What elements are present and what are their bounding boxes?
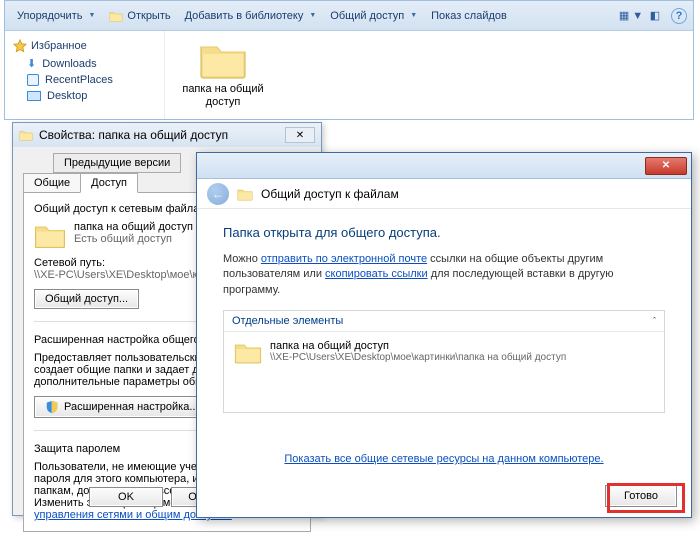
tab-general[interactable]: Общие <box>23 173 81 193</box>
wizard-header: ← Общий доступ к файлам <box>197 179 691 209</box>
nav-pane: Избранное ⬇ Downloads RecentPlaces Deskt… <box>5 31 165 119</box>
show-all-shares-link[interactable]: Показать все общие сетевые ресурсы на да… <box>284 453 603 465</box>
downloads-icon: ⬇ <box>27 57 36 70</box>
ok-button[interactable]: OK <box>89 487 163 507</box>
advanced-settings-button[interactable]: Расширенная настройка... <box>34 396 210 418</box>
shared-item-name: папка на общий доступ <box>270 340 566 352</box>
shared-item-row[interactable]: папка на общий доступ \\XE-PC\Users\XE\D… <box>234 340 654 364</box>
wizard-title-text: Общий доступ к файлам <box>261 187 399 201</box>
collapse-icon: ˆ <box>653 316 656 326</box>
recent-icon <box>27 74 39 86</box>
email-link[interactable]: отправить по электронной почте <box>261 253 427 265</box>
toolbar-share[interactable]: Общий доступ▼ <box>324 7 423 25</box>
star-icon <box>13 39 27 53</box>
folder-icon <box>234 340 262 364</box>
wizard-text: Можно отправить по электронной почте ссы… <box>223 252 665 298</box>
fav-downloads[interactable]: ⬇ Downloads <box>9 55 160 72</box>
properties-title-text: Свойства: папка на общий доступ <box>39 128 228 142</box>
shared-item-path: \\XE-PC\Users\XE\Desktop\мое\картинки\па… <box>270 352 566 363</box>
items-group: Отдельные элементы ˆ папка на общий дост… <box>223 310 665 413</box>
items-group-header[interactable]: Отдельные элементы ˆ <box>224 311 664 332</box>
folder-icon <box>19 129 33 141</box>
share-button[interactable]: Общий доступ... <box>34 289 139 309</box>
wizard-heading: Папка открыта для общего доступа. <box>223 225 665 240</box>
properties-titlebar: Свойства: папка на общий доступ ✕ <box>13 123 321 147</box>
back-button[interactable]: ← <box>207 183 229 205</box>
explorer-window: Упорядочить▼ Открыть Добавить в библиоте… <box>4 0 694 120</box>
folder-icon <box>34 221 66 249</box>
toolbar-add-library[interactable]: Добавить в библиотеку▼ <box>179 7 323 25</box>
folder-icon <box>199 39 247 79</box>
help-icon[interactable]: ? <box>671 8 687 24</box>
preview-pane-icon[interactable]: ◧ <box>647 8 663 24</box>
copy-links-link[interactable]: скопировать ссылки <box>325 268 428 280</box>
wizard-close-button[interactable]: ✕ <box>645 157 687 175</box>
file-sharing-wizard: ✕ ← Общий доступ к файлам Папка открыта … <box>196 152 692 518</box>
toolbar-slideshow[interactable]: Показ слайдов <box>425 7 513 25</box>
view-options-icon[interactable]: ▦▼ <box>623 8 639 24</box>
properties-close-button[interactable]: ✕ <box>285 127 315 143</box>
shield-icon <box>45 400 59 414</box>
fav-desktop[interactable]: Desktop <box>9 88 160 104</box>
done-button[interactable]: Готово <box>605 485 677 507</box>
share-icon <box>237 187 253 201</box>
folder-item[interactable]: папка на общий доступ <box>173 39 273 109</box>
share-status: Есть общий доступ <box>74 233 193 245</box>
wizard-titlebar: ✕ <box>197 153 691 179</box>
toolbar-organize[interactable]: Упорядочить▼ <box>11 7 101 25</box>
favorites-header[interactable]: Избранное <box>9 37 160 55</box>
tab-access[interactable]: Доступ <box>80 173 138 193</box>
fav-recent[interactable]: RecentPlaces <box>9 72 160 88</box>
folder-name-label: папка на общий доступ <box>74 221 193 233</box>
content-pane: папка на общий доступ <box>165 31 693 119</box>
explorer-toolbar: Упорядочить▼ Открыть Добавить в библиоте… <box>5 1 693 31</box>
toolbar-open[interactable]: Открыть <box>103 6 176 26</box>
tab-previous-versions[interactable]: Предыдущие версии <box>53 153 181 173</box>
desktop-icon <box>27 91 41 101</box>
open-icon <box>109 9 123 23</box>
